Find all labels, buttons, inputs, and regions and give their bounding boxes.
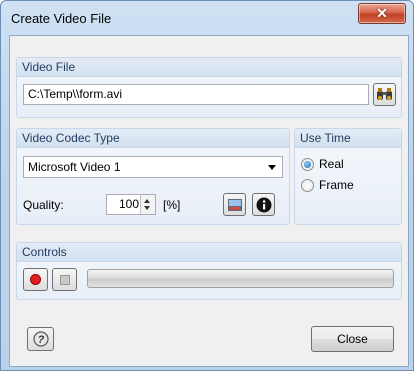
svg-text:?: ? <box>37 334 44 346</box>
record-icon <box>30 274 41 285</box>
help-icon: ? <box>32 331 49 347</box>
window-close-button[interactable]: ✕ <box>358 3 406 24</box>
title-bar[interactable]: Create Video File ✕ <box>1 1 413 35</box>
radio-real[interactable]: Real <box>301 156 391 172</box>
stop-icon <box>59 274 70 285</box>
controls-group: Controls <box>16 242 402 300</box>
video-file-group: Video File C:\Temp\\form.avi <box>16 57 402 118</box>
quality-spin-buttons[interactable] <box>140 195 155 214</box>
quality-unit: [%] <box>163 198 181 212</box>
radio-real-indicator[interactable] <box>301 158 314 171</box>
window-title: Create Video File <box>11 11 112 26</box>
radio-frame[interactable]: Frame <box>301 177 391 193</box>
use-time-group: Use Time Real Frame <box>294 128 402 225</box>
codec-selected-value: Microsoft Video 1 <box>28 160 121 174</box>
spin-down-icon[interactable] <box>144 206 150 210</box>
spin-up-icon[interactable] <box>144 199 150 203</box>
codec-info-button[interactable] <box>252 193 275 216</box>
radio-frame-label: Frame <box>319 178 354 192</box>
codec-settings-button[interactable] <box>223 193 246 216</box>
close-icon: ✕ <box>376 5 388 21</box>
info-icon <box>256 197 271 212</box>
dialog-window: Create Video File ✕ Video File C:\Temp\\… <box>0 0 414 371</box>
radio-real-label: Real <box>319 157 344 171</box>
close-button[interactable]: Close <box>311 326 394 352</box>
controls-heading: Controls <box>17 243 401 262</box>
video-file-path-field[interactable]: C:\Temp\\form.avi <box>23 84 369 105</box>
quality-value: 100 <box>118 197 139 211</box>
recording-progress-bar <box>87 269 394 288</box>
codec-select[interactable]: Microsoft Video 1 <box>23 156 283 178</box>
binoculars-icon <box>377 88 392 100</box>
quality-stepper[interactable]: 100 <box>106 194 156 215</box>
video-codec-group: Video Codec Type Microsoft Video 1 Quali… <box>16 128 290 225</box>
help-button[interactable]: ? <box>27 327 54 351</box>
record-button[interactable] <box>23 268 48 291</box>
chevron-down-icon <box>268 165 276 170</box>
video-codec-heading: Video Codec Type <box>17 129 289 148</box>
quality-label: Quality: <box>23 198 64 212</box>
video-file-heading: Video File <box>17 58 401 77</box>
browse-button[interactable] <box>373 83 396 106</box>
radio-frame-indicator[interactable] <box>301 179 314 192</box>
codec-settings-icon <box>227 198 242 211</box>
stop-button[interactable] <box>52 268 77 291</box>
use-time-heading: Use Time <box>295 129 401 148</box>
dialog-client-area: Video File C:\Temp\\form.avi Video Codec… <box>9 35 409 367</box>
close-button-label: Close <box>337 332 368 346</box>
